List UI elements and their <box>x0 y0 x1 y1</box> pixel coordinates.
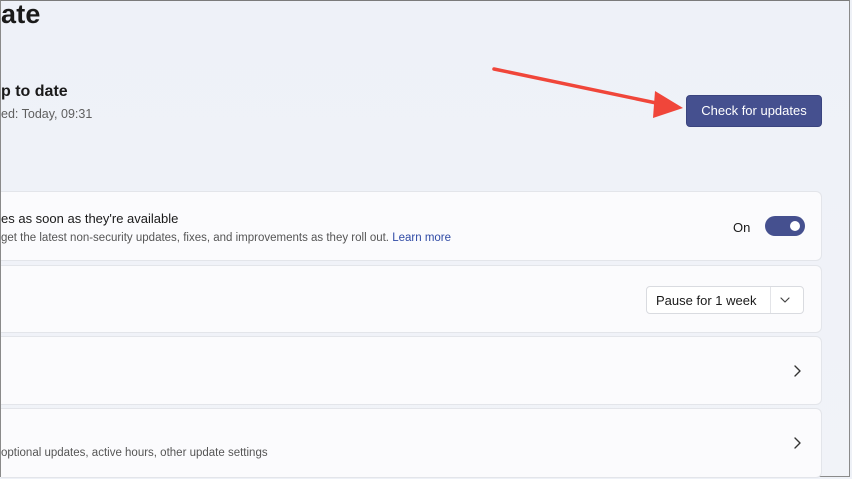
advanced-options-card[interactable]: optional updates, active hours, other up… <box>1 408 822 478</box>
toggle-state-label: On <box>733 220 751 235</box>
chevron-right-icon <box>794 365 801 377</box>
check-for-updates-button[interactable]: Check for updates <box>686 95 822 127</box>
page-title: ate <box>1 0 41 29</box>
chevron-right-icon <box>794 437 801 449</box>
learn-more-link[interactable]: Learn more <box>392 232 451 244</box>
chevron-down-icon <box>780 297 790 303</box>
update-status-heading: p to date <box>1 83 68 100</box>
pause-duration-value: Pause for 1 week <box>656 293 757 308</box>
pause-duration-dropdown[interactable]: Pause for 1 week <box>646 286 804 314</box>
pause-updates-card: Pause for 1 week <box>1 265 822 333</box>
toggle-knob <box>790 221 800 231</box>
update-history-card[interactable] <box>1 336 822 405</box>
settings-window: ate p to date ed: Today, 09:31 Check for… <box>0 0 850 478</box>
advanced-options-description: optional updates, active hours, other up… <box>1 447 268 459</box>
latest-updates-card: es as soon as they're available get the … <box>1 191 822 261</box>
dropdown-separator <box>770 287 771 313</box>
latest-updates-toggle[interactable] <box>765 216 805 236</box>
latest-updates-description-text: get the latest non-security updates, fix… <box>1 232 390 244</box>
last-checked-text: ed: Today, 09:31 <box>1 107 93 121</box>
latest-updates-title: es as soon as they're available <box>1 211 179 226</box>
latest-updates-description: get the latest non-security updates, fix… <box>1 232 451 244</box>
